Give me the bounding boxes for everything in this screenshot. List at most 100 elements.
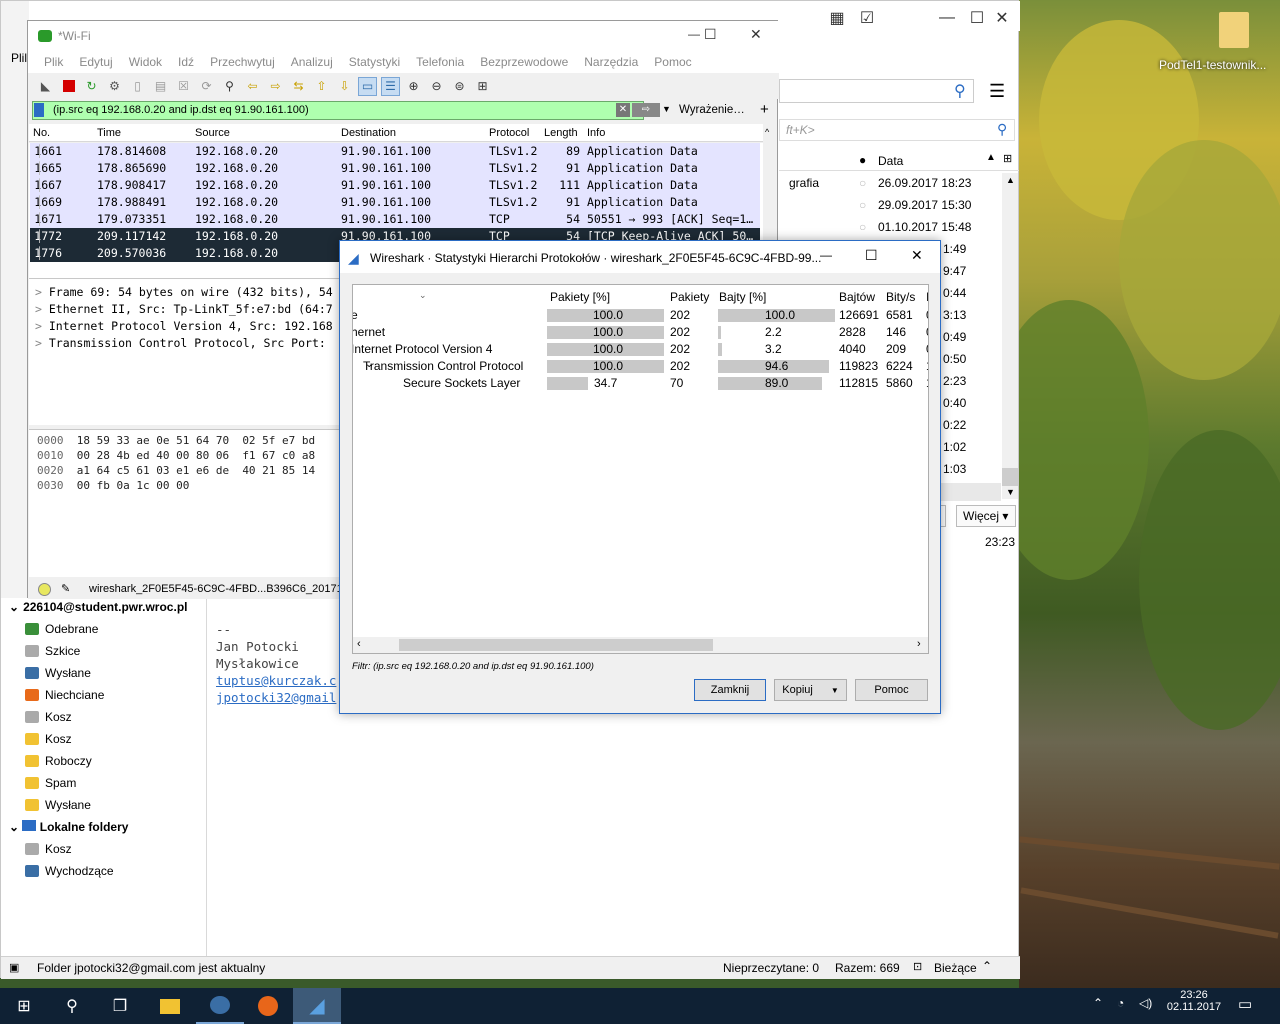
folder-item[interactable]: Spam (25, 773, 76, 793)
file-explorer-icon[interactable] (146, 988, 194, 1024)
menu-item[interactable]: Narzędzia (576, 55, 646, 69)
detail-row[interactable]: > Frame 69: 54 bytes on wire (432 bits),… (35, 285, 333, 302)
packet-row[interactable]: 1661 178.814608 192.168.0.20 91.90.161.100 T… (30, 143, 760, 160)
scroll-up-icon[interactable]: ^ (763, 127, 769, 137)
expand-icon[interactable]: > (35, 302, 49, 316)
zoom-out-icon[interactable]: ⊖ (427, 77, 446, 96)
tree-column-header[interactable]: Bity/s (886, 290, 915, 304)
close-icon[interactable]: ✕ (982, 5, 1022, 31)
folder-item[interactable]: Kosz (25, 729, 72, 749)
expression-button[interactable]: Wyrażenie… (679, 104, 745, 116)
close-file-icon[interactable]: ☒ (174, 77, 193, 96)
folder-item[interactable]: Wysłane (25, 795, 91, 815)
more-button[interactable]: Więcej ▾ (956, 505, 1016, 527)
wifi-icon[interactable]: ◔ (1117, 996, 1124, 1010)
add-filter-icon[interactable]: + (760, 101, 769, 118)
expert-info-icon[interactable] (38, 583, 51, 596)
scroll-down-icon[interactable]: ▼ (1006, 487, 1015, 497)
column-header[interactable]: Source (195, 127, 230, 139)
hex-row[interactable]: 0000 18 59 33 ae 0e 51 64 70 02 5f e7 bd (37, 434, 315, 449)
search-icon[interactable]: ⚲ (48, 988, 96, 1024)
column-header[interactable]: Destination (341, 127, 396, 139)
minimize-icon[interactable]: — (688, 27, 700, 41)
display-filter-input[interactable]: (ip.src eq 192.168.0.20 and ip.dst eq 91… (32, 101, 644, 120)
folder-icon[interactable] (1219, 12, 1249, 48)
copy-button[interactable]: Kopiuj ▼ (774, 679, 847, 701)
save-file-icon[interactable]: ▤ (151, 77, 170, 96)
protocol-row[interactable]: Internet Protocol Version 4 100.0 202 3.2 40… (353, 341, 928, 358)
scroll-left-icon[interactable]: ‹ (357, 638, 361, 650)
chevron-down-icon[interactable]: ⌄ (9, 820, 19, 834)
scroll-right-icon[interactable]: › (917, 638, 921, 650)
hscrollbar[interactable]: ‹ › (353, 637, 928, 653)
packet-row[interactable]: 1669 178.988491 192.168.0.20 91.90.161.100 T… (30, 194, 760, 211)
local-folders[interactable]: ⌄ Lokalne foldery (9, 820, 128, 834)
menu-item[interactable]: Plik (36, 55, 71, 69)
protocol-row[interactable]: e 100.0 202 100.0 126691 6581 0 (353, 307, 928, 324)
tb-menu-partial[interactable]: Plil (11, 51, 27, 65)
local-folder-item[interactable]: Kosz (25, 839, 72, 859)
chevron-down-icon[interactable]: ⌄ (9, 600, 19, 614)
menu-item[interactable]: Przechwytuj (202, 55, 283, 69)
hamburger-menu-icon[interactable]: ☰ (989, 81, 1005, 102)
account-name[interactable]: ⌄ 226104@student.pwr.wroc.pl (9, 600, 187, 614)
scrollbar[interactable]: ▲ ▼ (1002, 173, 1018, 499)
column-picker-icon[interactable]: ⊞ (1003, 152, 1012, 165)
message-row[interactable]: ○ 01.10.2017 15:48 (779, 217, 1001, 239)
folder-item[interactable]: Wysłane (25, 663, 91, 683)
folder-item[interactable]: Szkice (25, 641, 80, 661)
protocol-row[interactable]: Secure Sockets Layer 34.7 70 89.0 112815 5860… (353, 375, 928, 392)
local-folder-item[interactable]: Wychodzące (25, 861, 114, 881)
column-header[interactable]: Info (587, 127, 605, 139)
autoscroll-icon[interactable]: ▭ (358, 76, 377, 96)
hex-row[interactable]: 0030 00 fb 0a 1c 00 00 (37, 479, 189, 494)
hex-row[interactable]: 0020 a1 64 c5 61 03 e1 e6 de 40 21 85 14 (37, 464, 315, 479)
reload-icon[interactable]: ⟳ (197, 77, 216, 96)
menu-item[interactable]: Widok (121, 55, 170, 69)
notification-icon[interactable]: ▭ (1238, 995, 1252, 1013)
filter-history-icon[interactable]: ▼ (662, 104, 671, 114)
folder-item[interactable]: Roboczy (25, 751, 92, 771)
quick-filter-input[interactable]: ft+K> (779, 119, 1015, 141)
scroll-up-icon[interactable]: ▲ (1006, 175, 1015, 185)
maximize-icon[interactable]: ☐ (865, 247, 878, 264)
hex-row[interactable]: 0010 00 28 4b ed 40 00 80 06 f1 67 c0 a8 (37, 449, 315, 464)
clear-filter-icon[interactable]: ✕ (616, 103, 630, 117)
firefox-icon[interactable] (244, 988, 292, 1024)
open-file-icon[interactable]: ▯ (128, 77, 147, 96)
tasks-icon[interactable]: ☑ (847, 5, 887, 31)
minimize-icon[interactable]: — (820, 248, 832, 262)
menu-item[interactable]: Idź (170, 55, 202, 69)
menu-item[interactable]: Pomoc (646, 55, 699, 69)
scrollbar-thumb[interactable] (1002, 468, 1018, 486)
search-icon[interactable]: ⚲ (954, 81, 966, 101)
colorize-icon[interactable]: ☰ (381, 76, 400, 96)
thunderbird-icon[interactable] (196, 988, 244, 1024)
menu-item[interactable]: Edytuj (71, 55, 120, 69)
protocol-row[interactable]: ⌄ Transmission Control Protocol 100.0 202 94… (353, 358, 928, 375)
menu-item[interactable]: Analizuj (283, 55, 341, 69)
menu-item[interactable]: Statystyki (341, 55, 408, 69)
clock[interactable]: 23:26 02.11.2017 (1165, 989, 1223, 1013)
resize-columns-icon[interactable]: ⊞ (473, 77, 492, 96)
packet-row[interactable]: 1671 179.073351 192.168.0.20 91.90.161.100 T… (30, 211, 760, 228)
folder-item[interactable]: Odebrane (25, 619, 98, 639)
tree-column-header[interactable]: Bajtów (839, 290, 875, 304)
find-icon[interactable]: ⚲ (220, 77, 239, 96)
apply-filter-icon[interactable]: ⇨ (632, 103, 660, 117)
column-header[interactable]: Protocol (489, 127, 529, 139)
close-icon[interactable]: ✕ (911, 247, 923, 264)
goto-icon[interactable]: ⇆ (289, 77, 308, 96)
menu-item[interactable]: Telefonia (408, 55, 472, 69)
tb-search-input[interactable] (779, 79, 974, 103)
folder-item[interactable]: Niechciane (25, 685, 104, 705)
help-button[interactable]: Pomoc (855, 679, 928, 701)
tray-chevron-icon[interactable]: ⌃ (1093, 996, 1103, 1010)
column-header[interactable]: No. (33, 127, 50, 139)
column-header[interactable]: Time (97, 127, 121, 139)
expand-icon[interactable]: > (35, 285, 49, 299)
column-header[interactable]: Length (544, 127, 578, 139)
signature-link[interactable]: tuptus@kurczak.c (216, 672, 336, 689)
desktop-icon-label[interactable]: PodTel1-testownik... (1159, 58, 1279, 72)
detail-row[interactable]: > Internet Protocol Version 4, Src: 192.… (35, 319, 333, 336)
